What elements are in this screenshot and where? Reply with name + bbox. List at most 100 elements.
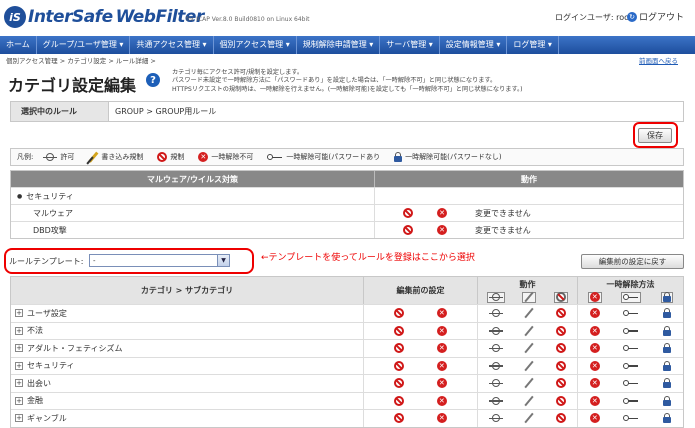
table-row: + 不法 ✕ ✕ [11, 321, 683, 339]
allow-all-icon[interactable] [486, 291, 505, 303]
lock-icon[interactable] [663, 413, 672, 424]
key-icon[interactable] [623, 379, 639, 387]
nav-logs[interactable]: ログ管理 ▾ [507, 36, 559, 54]
no-unlock-all-icon[interactable]: ✕ [587, 291, 602, 303]
nav-unblock-request[interactable]: 規制解除申請管理 ▾ [297, 36, 381, 54]
logout-link[interactable]: ↻ ログアウト [627, 10, 684, 23]
nav-home[interactable]: ホーム [0, 36, 37, 54]
malware-status: 変更できません [475, 208, 531, 218]
lock-icon[interactable] [663, 360, 672, 371]
x-circle-icon[interactable]: ✕ [589, 308, 600, 319]
lock-icon[interactable] [663, 395, 672, 406]
category-table: カテゴリ > サブカテゴリ 編集前の設定 動作 一時解除方法 ✕ + ユーザ設定 … [10, 276, 684, 428]
action-cell [478, 340, 578, 357]
category-cell[interactable]: + セキュリティ [11, 357, 364, 374]
nav-group-user[interactable]: グループ/ユーザ管理 ▾ [37, 36, 131, 54]
expand-icon[interactable]: + [15, 379, 23, 388]
category-cell[interactable]: + 出会い [11, 375, 364, 392]
x-circle-icon[interactable]: ✕ [589, 413, 600, 424]
x-circle-icon[interactable]: ✕ [589, 343, 600, 354]
x-circle-icon[interactable]: ✕ [589, 325, 600, 336]
expand-icon[interactable]: + [15, 309, 23, 318]
category-cell[interactable]: + アダルト・フェティシズム [11, 340, 364, 357]
key-icon[interactable] [623, 397, 639, 405]
table-row: + ユーザ設定 ✕ ✕ [11, 304, 683, 322]
block-icon[interactable] [556, 395, 567, 406]
nav-individual-access[interactable]: 個別アクセス管理 ▾ [214, 36, 297, 54]
nav-settings[interactable]: 設定情報管理 ▾ [440, 36, 508, 54]
x-circle-icon: ✕ [436, 360, 447, 371]
chevron-down-icon[interactable]: ▼ [217, 255, 229, 266]
lock-icon[interactable] [663, 343, 672, 354]
block-icon[interactable] [556, 413, 567, 424]
expand-icon[interactable]: + [15, 396, 23, 405]
allow-icon[interactable] [488, 326, 503, 335]
allow-icon[interactable] [488, 361, 503, 370]
x-circle-icon[interactable]: ✕ [589, 395, 600, 406]
lock-icon[interactable] [663, 308, 672, 319]
pencil-icon[interactable] [524, 308, 534, 318]
pencil-icon[interactable] [524, 343, 534, 353]
pencil-icon[interactable] [524, 378, 534, 388]
key-icon[interactable] [623, 414, 639, 422]
x-circle-icon: ✕ [436, 413, 447, 424]
lock-icon[interactable] [663, 325, 672, 336]
template-select[interactable]: - ▼ [89, 254, 230, 267]
lock-all-icon[interactable] [661, 291, 674, 303]
expand-icon[interactable]: + [15, 414, 23, 423]
allow-icon[interactable] [488, 344, 503, 353]
block-icon[interactable] [556, 308, 567, 319]
help-icon[interactable]: ? [146, 73, 160, 87]
allow-icon[interactable] [488, 414, 503, 423]
block-icon [394, 343, 405, 354]
block-icon[interactable] [556, 325, 567, 336]
block-icon [394, 325, 405, 336]
legend: 凡例: 許可 書き込み規制 規制 ✕ 一時解除不可 一時解除可能(パスワードあり … [10, 148, 684, 166]
expand-icon[interactable]: + [15, 344, 23, 353]
x-circle-icon[interactable]: ✕ [589, 378, 600, 389]
block-icon[interactable] [556, 378, 567, 389]
allow-icon[interactable] [488, 309, 503, 318]
category-cell[interactable]: + 金融 [11, 392, 364, 409]
pencil-icon[interactable] [524, 396, 534, 406]
restore-button[interactable]: 編集前の設定に戻す [581, 254, 684, 269]
nav-common-access[interactable]: 共通アクセス管理 ▾ [130, 36, 214, 54]
expand-icon[interactable]: + [15, 361, 23, 370]
allow-icon[interactable] [488, 379, 503, 388]
category-cell[interactable]: + ギャンブル [11, 410, 364, 427]
malware-row-action: ✕ 変更できません [375, 222, 683, 238]
category-label: アダルト・フェティシズム [27, 343, 123, 353]
block-all-icon[interactable] [554, 291, 569, 303]
selected-rule-value: GROUP > GROUP用ルール [115, 107, 217, 116]
unlock-cell: ✕ [578, 358, 683, 375]
block-icon[interactable] [556, 360, 567, 371]
back-link[interactable]: 前画面へ戻る [639, 55, 678, 65]
block-icon[interactable] [556, 343, 567, 354]
col-before: 編集前の設定 [364, 277, 478, 304]
breadcrumb[interactable]: 個別アクセス管理 > カテゴリ設定 > ルール詳細 > [6, 55, 156, 65]
login-user: ログインユーザ: root [555, 13, 633, 22]
category-cell[interactable]: + ユーザ設定 [11, 305, 364, 322]
action-cell [478, 410, 578, 427]
x-circle-icon: ✕ [436, 378, 447, 389]
expand-icon[interactable]: + [15, 326, 23, 335]
key-all-icon[interactable] [621, 291, 642, 303]
malware-row-action: ✕ 変更できません [375, 205, 683, 221]
allow-icon[interactable] [488, 396, 503, 405]
template-select-value: - [93, 256, 96, 265]
pencil-icon[interactable] [524, 361, 534, 371]
nav-server[interactable]: サーバ管理 ▾ [380, 36, 440, 54]
x-circle-icon: ✕ [437, 225, 447, 235]
x-circle-icon[interactable]: ✕ [589, 360, 600, 371]
pencil-all-icon[interactable] [522, 291, 537, 303]
pencil-icon[interactable] [524, 413, 534, 423]
lock-icon[interactable] [663, 378, 672, 389]
key-icon[interactable] [623, 344, 639, 352]
category-cell[interactable]: + 不法 [11, 322, 364, 339]
key-icon[interactable] [623, 362, 639, 370]
pencil-icon[interactable] [524, 326, 534, 336]
key-icon[interactable] [623, 327, 639, 335]
save-button[interactable]: 保存 [638, 128, 672, 143]
unlock-cell: ✕ [578, 305, 683, 322]
key-icon[interactable] [623, 309, 639, 317]
